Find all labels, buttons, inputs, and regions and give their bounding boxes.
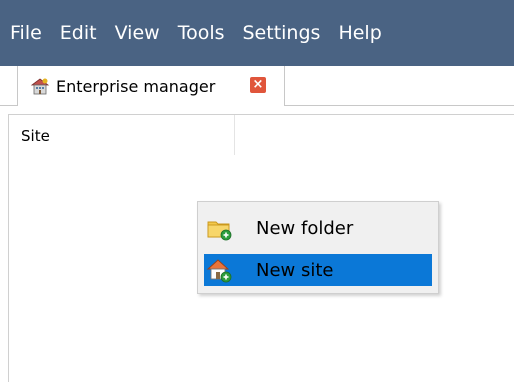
tab-label: Enterprise manager	[56, 76, 216, 96]
menu-item-label: New site	[256, 259, 334, 281]
new-folder-icon	[207, 221, 232, 241]
context-menu: New folder New site	[197, 201, 439, 294]
menu-settings[interactable]: Settings	[243, 0, 321, 66]
menu-bar: File Edit View Tools Settings Help	[0, 0, 514, 66]
enterprise-building-icon	[30, 78, 50, 95]
close-icon[interactable]: ×	[250, 77, 266, 93]
column-header-label: Site	[21, 127, 50, 145]
menu-file[interactable]: File	[10, 0, 42, 66]
menu-tools[interactable]: Tools	[178, 0, 225, 66]
menu-item-new-folder[interactable]: New folder	[204, 212, 432, 244]
tab-strip: Enterprise manager ×	[0, 66, 514, 106]
application-window: File Edit View Tools Settings Help Enter…	[0, 0, 514, 382]
menu-view[interactable]: View	[115, 0, 160, 66]
menu-edit[interactable]: Edit	[60, 0, 97, 66]
menu-item-new-site[interactable]: New site	[204, 254, 432, 286]
menu-item-label: New folder	[256, 217, 354, 239]
new-site-icon	[206, 259, 232, 283]
menu-help[interactable]: Help	[338, 0, 381, 66]
tab-enterprise-manager[interactable]: Enterprise manager ×	[17, 66, 285, 106]
column-header-site[interactable]: Site	[9, 115, 235, 155]
